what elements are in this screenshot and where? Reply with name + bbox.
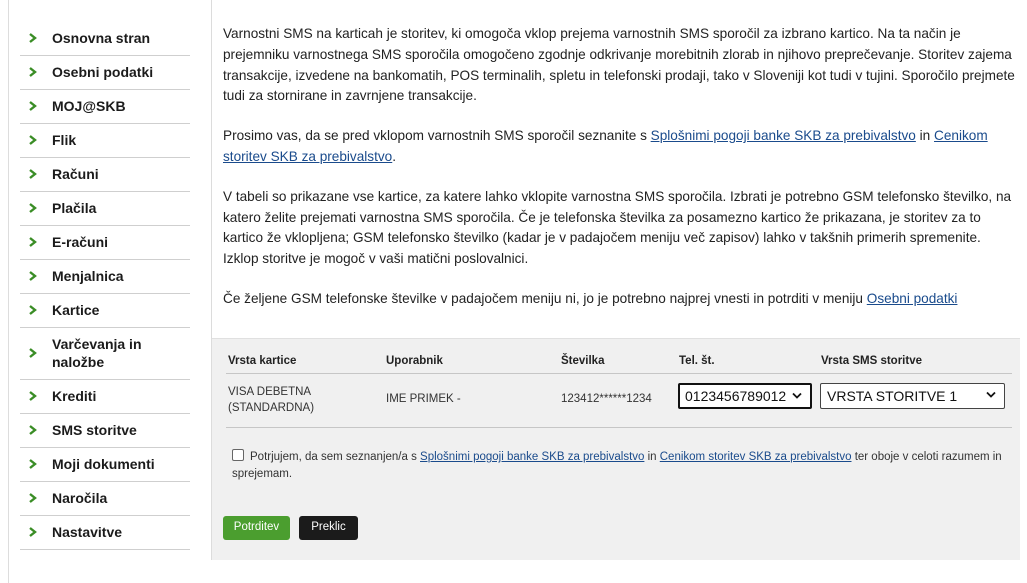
sidebar-item-label: Računi [52,166,99,182]
card-sms-panel: Vrsta kartice Uporabnik Številka Tel. št… [212,338,1020,560]
sidebar-item-label: Flik [52,132,77,148]
phone-info-text: Če željene GSM telefonske številke v pad… [223,290,867,306]
terms-paragraph: Prosimo vas, da se pred vklopom varnostn… [223,126,1018,168]
column-header-sms-type: Vrsta SMS storitve [821,355,922,367]
consent-row: Potrjujem, da sem seznanjen/a s Splošnim… [232,449,1012,483]
sidebar-item-placila[interactable]: Plačila [20,192,190,226]
sidebar-item-varcevanja[interactable]: Varčevanja in naložbe [20,328,190,380]
sidebar-item-osebni-podatki[interactable]: Osebni podatki [20,56,190,90]
sidebar-item-label: Varčevanja in naložbe [52,335,142,371]
sms-type-select[interactable]: VRSTA STORITVE 1 [820,383,1005,409]
sidebar-item-label: Krediti [52,388,97,404]
sidebar-item-label: Kartice [52,302,100,318]
card-type-line1: VISA DEBETNA [228,386,312,398]
chevron-right-icon [28,33,38,43]
sidebar-item-e-racuni[interactable]: E-računi [20,226,190,260]
phone-info-paragraph: Če željene GSM telefonske številke v pad… [223,289,1018,310]
chevron-right-icon [28,348,38,358]
table-row-divider [226,427,1012,428]
consent-general-terms-link[interactable]: Splošnimi pogoji banke SKB za prebivalst… [420,451,644,463]
chevron-right-icon [28,391,38,401]
sidebar-item-label: Nastavitve [52,524,123,540]
chevron-right-icon [28,67,38,77]
chevron-right-icon [28,237,38,247]
phone-select-value: 0123456789012 [685,388,787,404]
chevron-down-icon [792,392,802,399]
chevron-right-icon [28,101,38,111]
chevron-right-icon [28,135,38,145]
column-header-phone: Tel. št. [679,355,715,367]
main-content: Varnostni SMS na karticah je storitev, k… [223,24,1018,329]
sidebar-item-label: Naročila [52,490,108,506]
sidebar-item-sms-storitve[interactable]: SMS storitve [20,414,190,448]
consent-checkbox[interactable] [232,449,244,461]
sidebar-item-label-line2: naložbe [52,354,105,370]
chevron-down-icon [986,391,996,398]
general-terms-link[interactable]: Splošnimi pogoji banke SKB za prebivalst… [651,128,916,143]
consent-text: Potrjujem, da sem seznanjen/a s [250,451,421,463]
user-cell: IME PRIMEK - [386,393,461,405]
sidebar-item-label: SMS storitve [52,422,137,438]
sidebar-item-label: MOJ@SKB [52,98,126,114]
sidebar-nav: Osnovna stran Osebni podatki MOJ@SKB Fli… [20,22,190,550]
sidebar-item-label: Menjalnica [52,268,124,284]
confirm-button[interactable]: Potrditev [223,516,290,540]
sidebar-item-label: Moji dokumenti [52,456,155,472]
terms-end: . [392,148,397,164]
sidebar-item-moj-skb[interactable]: MOJ@SKB [20,90,190,124]
chevron-right-icon [28,203,38,213]
sidebar-item-krediti[interactable]: Krediti [20,380,190,414]
personal-data-link[interactable]: Osebni podatki [867,291,958,306]
sidebar-item-label-line1: Varčevanja in [52,336,142,352]
sidebar-item-osnovna-stran[interactable]: Osnovna stran [20,22,190,56]
sidebar-item-racuni[interactable]: Računi [20,158,190,192]
sms-type-select-value: VRSTA STORITVE 1 [827,388,958,404]
column-header-user: Uporabnik [386,355,443,367]
sidebar-item-moji-dokumenti[interactable]: Moji dokumenti [20,448,190,482]
chevron-right-icon [28,527,38,537]
table-explanation-paragraph: V tabeli so prikazane vse kartice, za ka… [223,188,1012,267]
sidebar-item-label: Osnovna stran [52,30,151,46]
table-header-divider [226,373,1012,374]
sidebar-item-flik[interactable]: Flik [20,124,190,158]
column-header-number: Številka [561,355,605,367]
sidebar-item-label: Plačila [52,200,97,216]
chevron-right-icon [28,493,38,503]
phone-select[interactable]: 0123456789012 [678,383,812,409]
sidebar-item-kartice[interactable]: Kartice [20,294,190,328]
column-header-card-type: Vrsta kartice [228,355,297,367]
chevron-right-icon [28,305,38,315]
consent-conjunction: in [644,451,660,463]
chevron-right-icon [28,459,38,469]
terms-conjunction: in [915,128,935,144]
chevron-right-icon [28,271,38,281]
chevron-right-icon [28,425,38,435]
chevron-right-icon [28,169,38,179]
consent-price-list-link[interactable]: Cenikom storitev SKB za prebivalstvo [660,451,852,463]
sidebar-item-narocila[interactable]: Naročila [20,482,190,516]
card-type-cell: VISA DEBETNA (STANDARDNA) [228,384,314,416]
terms-text: Prosimo vas, da se pred vklopom varnostn… [223,128,651,144]
cancel-button[interactable]: Preklic [299,516,358,540]
sidebar-item-menjalnica[interactable]: Menjalnica [20,260,190,294]
sidebar-item-label: E-računi [52,234,109,250]
sidebar-item-label: Osebni podatki [52,64,154,80]
card-type-line2: (STANDARDNA) [228,402,315,414]
card-number-cell: 123412******1234 [561,393,652,405]
intro-paragraph: Varnostni SMS na karticah je storitev, k… [223,26,1015,104]
sidebar-item-nastavitve[interactable]: Nastavitve [20,516,190,550]
